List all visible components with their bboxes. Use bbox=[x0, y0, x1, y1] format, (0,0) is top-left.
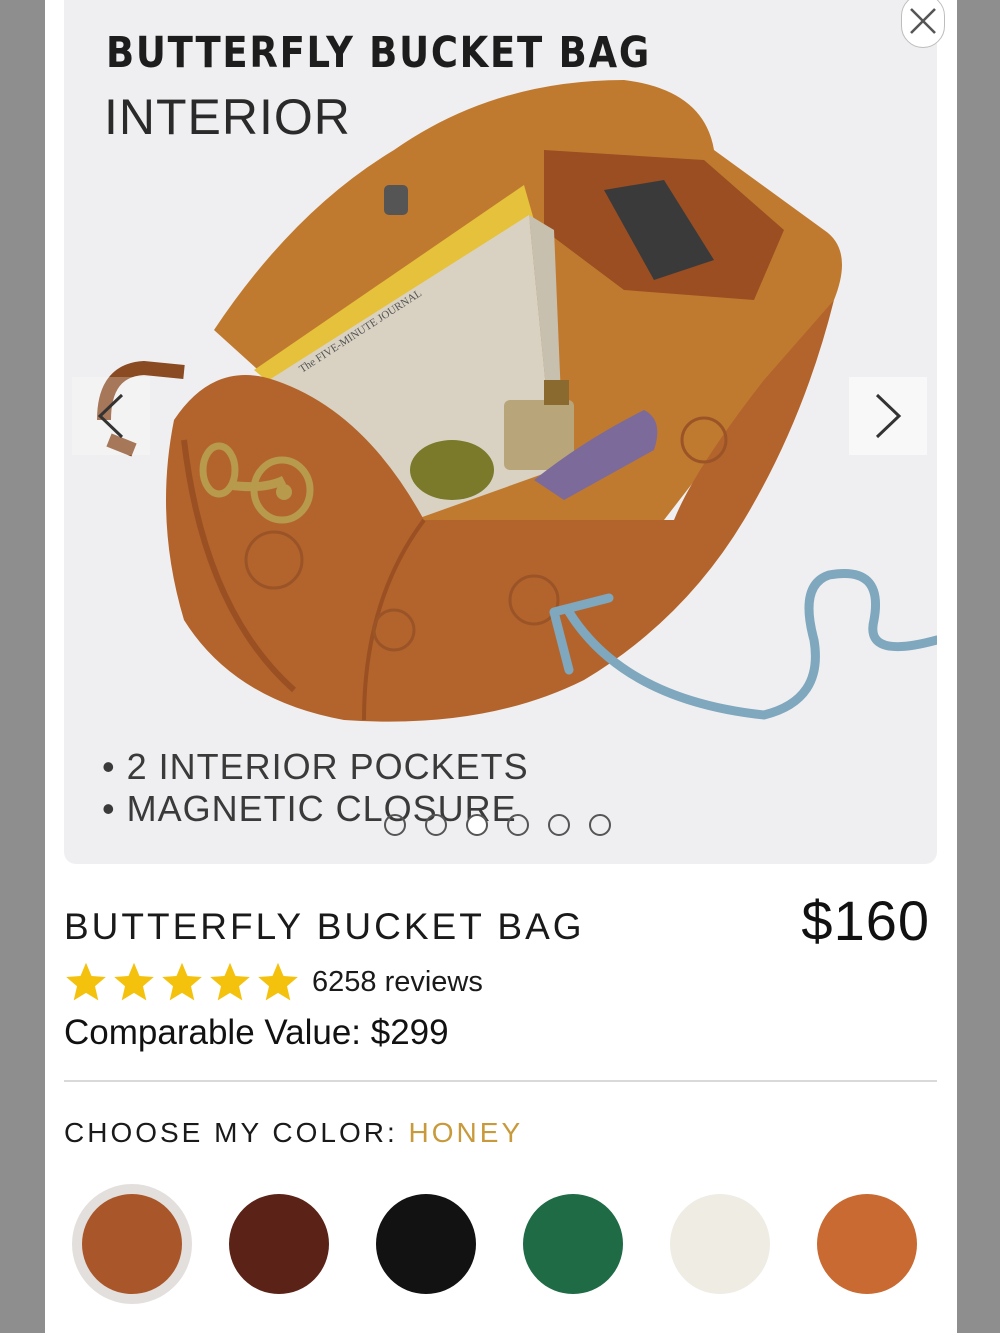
chevron-left-icon bbox=[97, 393, 124, 439]
image-gallery[interactable]: The FIVE-MINUTE JOURNAL BUTTERFLY BUCKET… bbox=[64, 0, 937, 864]
slide-indicators bbox=[384, 814, 611, 836]
slide-dot-4[interactable] bbox=[507, 814, 529, 836]
swatch-honey[interactable] bbox=[82, 1194, 182, 1294]
prev-image-button[interactable] bbox=[72, 377, 150, 455]
swatch-dark-brown[interactable] bbox=[229, 1194, 329, 1294]
feature-item: 2 INTERIOR POCKETS bbox=[102, 746, 529, 788]
slide-dot-1[interactable] bbox=[384, 814, 406, 836]
product-name: BUTTERFLY BUCKET BAG bbox=[64, 906, 585, 947]
next-image-button[interactable] bbox=[849, 377, 927, 455]
chevron-right-icon bbox=[875, 393, 902, 439]
star-icon bbox=[162, 962, 202, 1001]
color-label-text: CHOOSE MY COLOR: bbox=[64, 1117, 398, 1148]
swatch-black[interactable] bbox=[376, 1194, 476, 1294]
swatch-ivory[interactable] bbox=[670, 1194, 770, 1294]
reviews-link[interactable]: 6258 reviews bbox=[312, 966, 483, 999]
selected-color-name: HONEY bbox=[408, 1117, 524, 1148]
slide-dot-2[interactable] bbox=[425, 814, 447, 836]
star-icon bbox=[66, 962, 106, 1001]
color-picker-label: CHOOSE MY COLOR: HONEY bbox=[64, 1117, 523, 1149]
slide-dot-5[interactable] bbox=[548, 814, 570, 836]
star-rating bbox=[64, 960, 300, 1004]
slide-dot-6[interactable] bbox=[589, 814, 611, 836]
comparable-value: Comparable Value: $299 bbox=[64, 1013, 449, 1052]
rating[interactable]: 6258 reviews bbox=[64, 960, 483, 1004]
close-button[interactable] bbox=[901, 0, 945, 48]
slide-dot-3[interactable] bbox=[466, 814, 488, 836]
swatch-embossed-honey[interactable] bbox=[817, 1194, 917, 1294]
swatch-green[interactable] bbox=[523, 1194, 623, 1294]
gallery-title: BUTTERFLY BUCKET BAG bbox=[106, 28, 651, 78]
close-icon bbox=[910, 8, 936, 34]
product-price: $160 bbox=[801, 889, 930, 952]
star-icon bbox=[210, 962, 250, 1001]
divider bbox=[64, 1080, 937, 1082]
star-icon bbox=[114, 962, 154, 1001]
star-icon bbox=[258, 962, 298, 1001]
gallery-subtitle: INTERIOR bbox=[104, 89, 351, 145]
